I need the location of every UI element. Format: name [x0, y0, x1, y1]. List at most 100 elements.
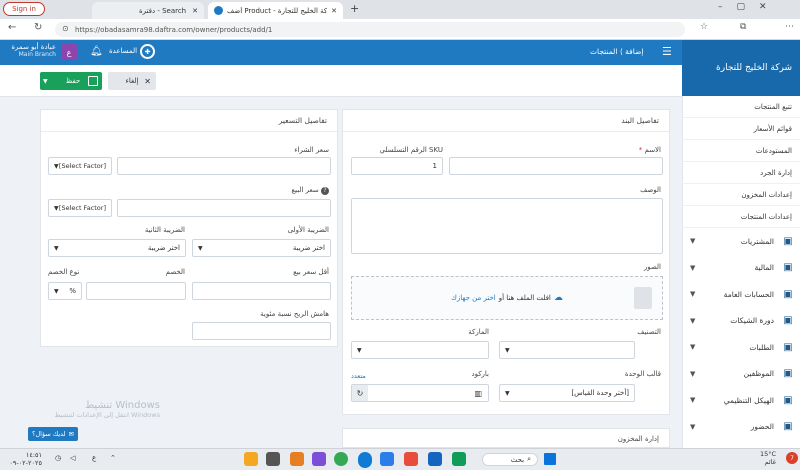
tax1-select[interactable]: ▼ اختر ضريبة [192, 239, 331, 257]
file-explorer-icon[interactable] [244, 452, 258, 466]
description-textarea[interactable] [351, 198, 663, 254]
start-windows-icon[interactable] [544, 453, 556, 465]
sidebar-item[interactable]: ▼ دورة الشيكات ▣ [682, 308, 800, 334]
sidebar-item-label: الهيكل التنظيمي [723, 395, 774, 405]
sidebar-item[interactable]: ▼ الحضور ▣ [682, 414, 800, 440]
watermark-title: تنشيط Windows [84, 400, 160, 411]
profit-margin-input[interactable] [192, 322, 331, 340]
org-icon: ▣ [783, 394, 793, 406]
sidebar-item[interactable]: ▼ المالية ▣ [682, 255, 800, 281]
company-name[interactable]: شركة الخليج للتجارة [682, 40, 800, 96]
breadcrumb-products[interactable]: المنتجات [590, 47, 617, 56]
sidebar-subitem[interactable]: إعدادات المخزون [682, 184, 800, 206]
taskbar-search[interactable]: بحث ⌕ [482, 453, 538, 466]
sidebar-item[interactable]: ▼ المشتريات ▣ [682, 228, 800, 254]
app-icon[interactable] [404, 452, 418, 466]
discount-type-select[interactable]: ▼ % [48, 282, 82, 300]
tax1-value: اختر ضريبة [292, 244, 325, 252]
purchase-factor-select[interactable]: ▼ [Select Factor] [48, 157, 112, 175]
sku-input[interactable]: 1 [351, 157, 443, 175]
upload-link[interactable]: اختر من جهازك [451, 294, 496, 302]
tax2-label: الضريبة الثانية [144, 226, 185, 234]
notification-badge[interactable]: 7 [786, 452, 798, 464]
volume-icon[interactable]: ◁ [70, 454, 75, 462]
image-placeholder-icon [634, 287, 652, 309]
new-tab-button[interactable]: + [350, 2, 359, 15]
chevron-up-icon[interactable]: ⌃ [110, 454, 116, 462]
chevron-down-icon: ▼ [690, 290, 696, 298]
excel-icon[interactable] [452, 452, 466, 466]
breadcrumb: إضافة ⟩ المنتجات [580, 47, 643, 56]
bell-icon[interactable]: 🔔︎ [90, 46, 103, 57]
chrome-icon[interactable] [334, 452, 348, 466]
purchase-price-label: سعر الشراء [294, 146, 329, 154]
refresh-icon[interactable]: ↻ [34, 22, 42, 33]
sidebar-item[interactable]: ▼ الحسابات العامة ▣ [682, 281, 800, 307]
category-select[interactable]: ▼ [499, 341, 635, 359]
sidebar-subitem[interactable]: تتبع المنتجات [682, 96, 800, 118]
folder-icon[interactable] [290, 452, 304, 466]
barcode-input[interactable]: ↻ ▥ [351, 384, 489, 402]
browser-tab-search[interactable]: دفترة - Search ✕ [92, 2, 204, 19]
tax2-select[interactable]: ▼ اختر ضريبة [48, 239, 186, 257]
upload-text: افلت الملف هنا أو [498, 294, 551, 302]
notification-icon[interactable]: ◷ [55, 454, 61, 462]
sidebar-subitem[interactable]: إعدادات المنتجات [682, 206, 800, 228]
help-lifebuoy-icon[interactable]: ✚ [140, 44, 155, 59]
min-price-input[interactable] [192, 282, 331, 300]
chevron-down-icon: ▼ [54, 244, 59, 252]
refresh-icon[interactable]: ↻ [352, 385, 368, 401]
save-button[interactable]: ▼ حفظ [40, 72, 102, 90]
sidebar-subitem[interactable]: إدارة الجرد [682, 162, 800, 184]
help-icon[interactable]: ? [321, 187, 329, 195]
url-bar[interactable]: ⊙ https://obadasamra98.daftra.com/owner/… [55, 22, 685, 37]
input-language[interactable]: ع [92, 454, 96, 462]
sidebar-toggle-icon[interactable]: ☰ [662, 45, 672, 58]
sidebar-item[interactable]: ▼ الطلبات ▣ [682, 334, 800, 360]
window-controls[interactable]: –▢✕ [718, 2, 781, 12]
sidebar-item[interactable]: ▼ الموظفين ▣ [682, 361, 800, 387]
branch-name: Main Branch [18, 51, 56, 58]
purchase-price-input[interactable] [117, 157, 331, 175]
sidebar-item-label: الحضور [750, 422, 774, 431]
discount-input[interactable] [86, 282, 186, 300]
sidebar-item-label: الحسابات العامة [723, 289, 774, 299]
clock[interactable]: ١٤:٥١ ٢٠٢٥-٠٢-٠٩ [4, 451, 42, 467]
weather-desc: غائم [764, 458, 777, 466]
action-toolbar: ▼ حفظ إلغاء ✕ [0, 65, 682, 97]
name-input[interactable] [449, 157, 663, 175]
copilot-icon[interactable] [312, 452, 326, 466]
sell-factor-select[interactable]: ▼ [Select Factor] [48, 199, 112, 217]
sidebar-subitem[interactable]: قوائم الأسعار [682, 118, 800, 140]
advanced-barcode-link[interactable]: متعدد [351, 372, 366, 380]
sidebar-subitem[interactable]: المستودعات [682, 140, 800, 162]
chevron-down-icon: ▼ [690, 396, 696, 404]
sign-in-button[interactable]: Sign in [3, 2, 45, 16]
chat-button[interactable]: لديك سؤال؟ ✉ [28, 427, 78, 441]
app-icon[interactable] [266, 452, 280, 466]
sidebar-item[interactable]: ▼ الهيكل التنظيمي ▣ [682, 387, 800, 413]
sell-price-input[interactable] [117, 199, 331, 217]
chevron-down-icon[interactable]: ▼ [43, 78, 48, 85]
image-dropzone[interactable]: اختر من جهازك افلت الملف هنا أو ☁ [351, 276, 663, 320]
menu-icon[interactable]: ⋯ [785, 22, 794, 32]
edge-icon[interactable] [358, 452, 372, 466]
cancel-label: إلغاء [125, 77, 139, 85]
user-menu[interactable]: عبادة أبو سمرة Main Branch [6, 43, 56, 58]
sell-price-label-text: سعر البيع [291, 186, 319, 194]
weather-widget[interactable]: 15°C غائم [760, 450, 776, 466]
close-icon[interactable]: ✕ [192, 7, 198, 15]
back-icon[interactable]: ← [8, 22, 16, 33]
help-link[interactable]: المساعدة [109, 47, 137, 55]
close-icon[interactable]: ✕ [331, 7, 337, 15]
favorites-icon[interactable]: ☆ [700, 22, 708, 32]
extensions-icon[interactable]: ⧉ [740, 22, 746, 32]
word-icon[interactable] [428, 452, 442, 466]
unit-template-select[interactable]: ▼ [أختر وحدة القياس] [499, 384, 635, 402]
mail-icon[interactable] [380, 452, 394, 466]
panel-title: تفاصيل البند [343, 110, 669, 132]
avatar[interactable]: ع [61, 44, 77, 60]
cancel-button[interactable]: إلغاء ✕ [108, 72, 156, 90]
browser-tab-active[interactable]: أضف Product - شركة الخليج للتجارة ✕ [208, 2, 343, 19]
brand-select[interactable]: ▼ [351, 341, 489, 359]
